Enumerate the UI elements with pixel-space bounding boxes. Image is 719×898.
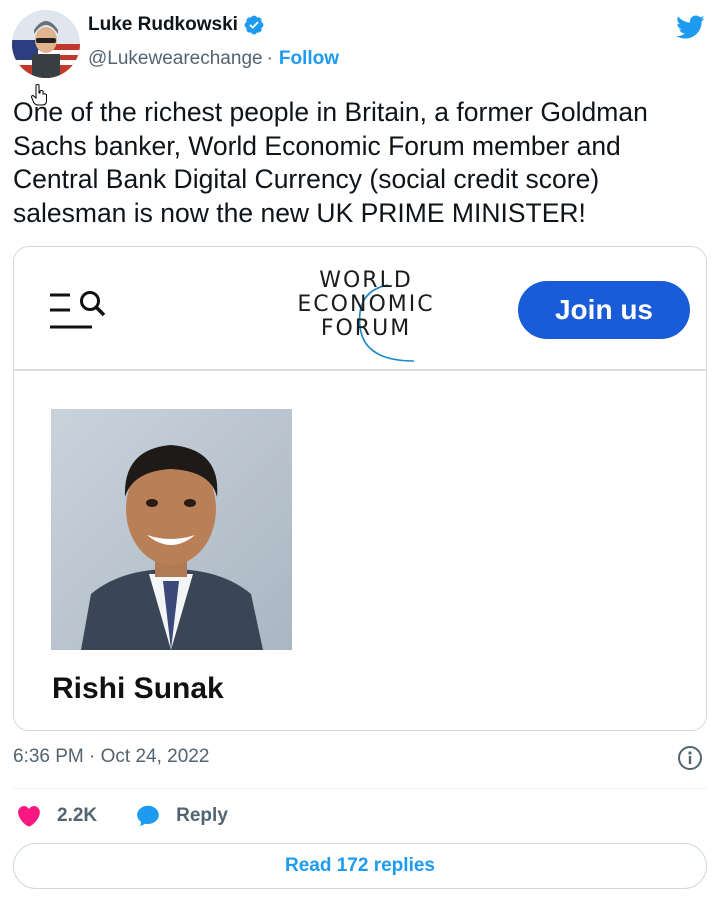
follow-button[interactable]: Follow xyxy=(279,48,339,70)
author-handle[interactable]: @Lukewearechange xyxy=(88,48,263,70)
portrait-photo xyxy=(51,409,292,650)
card-body: Rishi Sunak xyxy=(14,371,706,730)
speech-bubble-icon xyxy=(137,805,159,827)
verified-badge-icon xyxy=(244,15,264,35)
wef-logo: WORLD ECONOMIC FORUM xyxy=(286,268,446,362)
author-name[interactable]: Luke Rudkowski xyxy=(88,14,238,36)
tweet-timestamp[interactable]: 6:36 PM · Oct 24, 2022 xyxy=(13,746,209,768)
handle-separator: · xyxy=(266,48,273,69)
join-us-button[interactable]: Join us xyxy=(518,281,690,339)
like-button[interactable]: 2.2K xyxy=(16,803,97,829)
info-icon[interactable] xyxy=(677,745,703,771)
wef-logo-line: FORUM xyxy=(320,316,412,341)
card-header: WORLD ECONOMIC FORUM Join us xyxy=(14,247,706,371)
wef-logo-line: WORLD xyxy=(319,268,413,293)
divider xyxy=(13,788,707,789)
reply-button[interactable]: Reply xyxy=(135,803,228,829)
tweet-text: One of the richest people in Britain, a … xyxy=(13,97,648,228)
read-replies-button[interactable]: Read 172 replies xyxy=(13,843,707,889)
like-count: 2.2K xyxy=(57,805,98,826)
reply-label: Reply xyxy=(176,805,228,826)
avatar[interactable] xyxy=(12,10,80,78)
heart-icon xyxy=(18,805,40,827)
wef-logo-line: ECONOMIC xyxy=(297,292,435,317)
tweet-actions: 2.2K Reply xyxy=(16,800,228,832)
link-card[interactable]: WORLD ECONOMIC FORUM Join us Rishi Sunak xyxy=(13,246,707,731)
twitter-bird-icon[interactable] xyxy=(673,12,707,42)
person-name: Rishi Sunak xyxy=(52,672,224,705)
menu-search-icon xyxy=(50,291,106,329)
